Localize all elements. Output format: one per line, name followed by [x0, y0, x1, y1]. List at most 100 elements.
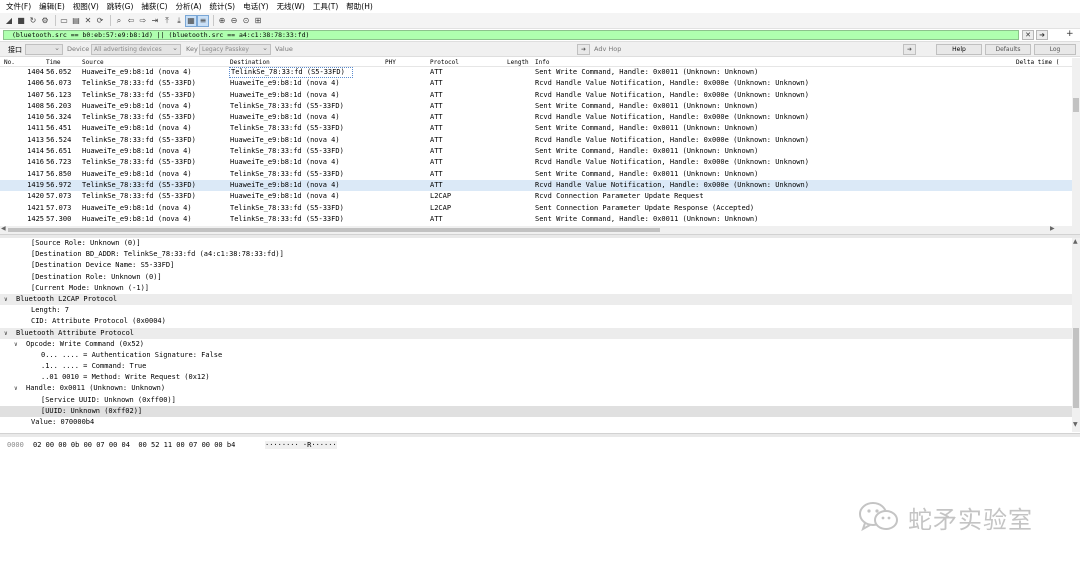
autoscroll-icon[interactable]: ▦: [185, 14, 197, 27]
menu-item[interactable]: 帮助(H): [346, 1, 373, 12]
menu-item[interactable]: 视图(V): [73, 1, 99, 12]
device-select[interactable]: All advertising devices: [91, 44, 181, 55]
detail-tree-row[interactable]: [Destination BD_ADDR: TelinkSe_78:33:fd …: [0, 249, 1072, 260]
help-button[interactable]: Help: [936, 44, 982, 55]
detail-tree-row[interactable]: CID: Attribute Protocol (0x0004): [0, 316, 1072, 327]
scroll-right-icon[interactable]: ▶: [1050, 225, 1055, 232]
expand-chevron-icon[interactable]: ∨: [4, 328, 8, 339]
expand-chevron-icon[interactable]: ∨: [14, 383, 18, 394]
filter-clear-icon[interactable]: ✕: [1022, 30, 1034, 40]
add-filter-button-icon[interactable]: +: [1066, 29, 1074, 39]
expand-chevron-icon[interactable]: ∨: [4, 294, 8, 305]
packet-row[interactable]: 1420 57.073 TelinkSe_78:33:fd (S5-33FD) Hua…: [0, 191, 1072, 202]
menu-item[interactable]: 分析(A): [176, 1, 202, 12]
detail-tree-row[interactable]: [Service UUID: Unknown (0xff00)]: [0, 395, 1072, 406]
column-header[interactable]: Time: [46, 59, 60, 66]
column-header[interactable]: Info: [535, 59, 549, 66]
packet-row[interactable]: 1411 56.451 HuaweiTe_e9:b8:1d (nova 4) Teli…: [0, 123, 1072, 134]
detail-tree-row[interactable]: 0... .... = Authentication Signature: Fa…: [0, 350, 1072, 361]
shark-fin-start-icon[interactable]: ◢: [4, 16, 14, 26]
interface-select[interactable]: [25, 44, 63, 55]
open-folder-icon[interactable]: ▭: [59, 16, 69, 26]
menu-item[interactable]: 编辑(E): [39, 1, 65, 12]
zoom-out-icon[interactable]: ⊖: [229, 16, 239, 26]
packet-row[interactable]: 1414 56.651 HuaweiTe_e9:b8:1d (nova 4) Teli…: [0, 146, 1072, 157]
detail-tree-row[interactable]: ∨ Handle: 0x0011 (Unknown: Unknown): [0, 383, 1072, 394]
detail-tree-row[interactable]: .1.. .... = Command: True: [0, 361, 1072, 372]
menu-item[interactable]: 工具(T): [313, 1, 338, 12]
scroll-up-icon[interactable]: ▲: [1073, 238, 1078, 245]
packet-row[interactable]: 1419 56.972 TelinkSe_78:33:fd (S5-33FD) Hua…: [0, 179, 1072, 192]
scrollbar-thumb[interactable]: [1073, 98, 1079, 112]
packet-row[interactable]: 1421 57.073 HuaweiTe_e9:b8:1d (nova 4) Teli…: [0, 203, 1072, 214]
filter-apply-icon[interactable]: ➜: [1036, 30, 1048, 40]
value-apply-arrow-icon[interactable]: ➜: [577, 44, 590, 55]
menu-item[interactable]: 电话(Y): [243, 1, 268, 12]
packet-time: 56.052: [46, 68, 72, 76]
detail-tree-row[interactable]: ..01 0010 = Method: Write Request (0x12): [0, 372, 1072, 383]
packet-row[interactable]: 1416 56.723 TelinkSe_78:33:fd (S5-33FD) Hua…: [0, 157, 1072, 168]
options-gear-icon[interactable]: ⚙: [40, 16, 50, 26]
display-filter-input[interactable]: (bluetooth.src == b0:eb:57:e9:b8:1d) || …: [3, 30, 1019, 40]
first-packet-icon[interactable]: ⤒: [162, 16, 172, 26]
detail-tree-row[interactable]: [Destination Role: Unknown (0)]: [0, 272, 1072, 283]
packet-row[interactable]: 1413 56.524 TelinkSe_78:33:fd (S5-33FD) Hua…: [0, 135, 1072, 146]
packet-row[interactable]: 1404 56.052 HuaweiTe_e9:b8:1d (nova 4) Teli…: [0, 67, 1072, 78]
menu-item[interactable]: 文件(F): [6, 1, 31, 12]
packet-row[interactable]: 1408 56.203 HuaweiTe_e9:b8:1d (nova 4) Teli…: [0, 101, 1072, 112]
packet-list-vertical-scrollbar[interactable]: [1072, 58, 1080, 234]
scrollbar-thumb[interactable]: [8, 228, 660, 232]
log-button[interactable]: Log: [1034, 44, 1076, 55]
bytes-ascii[interactable]: ········ ·R······: [265, 441, 337, 449]
colorize-icon[interactable]: ≡: [197, 14, 209, 27]
key-select[interactable]: Legacy Passkey: [199, 44, 271, 55]
defaults-button[interactable]: Defaults: [985, 44, 1031, 55]
menu-item[interactable]: 捕获(C): [141, 1, 167, 12]
back-arrow-icon[interactable]: ⇦: [126, 16, 136, 26]
close-file-icon[interactable]: ✕: [83, 16, 93, 26]
packet-row[interactable]: 1407 56.123 TelinkSe_78:33:fd (S5-33FD) Hua…: [0, 90, 1072, 101]
detail-tree-row[interactable]: [Destination Device Name: S5-33FD]: [0, 260, 1072, 271]
restart-icon[interactable]: ↻: [28, 16, 38, 26]
goto-packet-icon[interactable]: ⇥: [150, 16, 160, 26]
scroll-down-icon[interactable]: ▼: [1073, 421, 1078, 428]
column-header[interactable]: Source: [82, 59, 104, 66]
adv-hop-apply-arrow-icon[interactable]: ➜: [903, 44, 916, 55]
stop-icon[interactable]: ■: [16, 16, 26, 26]
detail-tree-row[interactable]: [Current Mode: Unknown (-1)]: [0, 283, 1072, 294]
detail-tree-row[interactable]: Value: 070000b4: [0, 417, 1072, 428]
menu-item[interactable]: 无线(W): [277, 1, 305, 12]
zoom-reset-icon[interactable]: ⊙: [241, 16, 251, 26]
scrollbar-thumb[interactable]: [1073, 328, 1079, 408]
column-header[interactable]: No.: [4, 59, 15, 66]
find-icon[interactable]: ⌕: [114, 16, 124, 26]
column-header[interactable]: Destination: [230, 59, 270, 66]
packet-row[interactable]: 1425 57.300 HuaweiTe_e9:b8:1d (nova 4) Teli…: [0, 214, 1072, 225]
reload-icon[interactable]: ⟳: [95, 16, 105, 26]
column-header[interactable]: Delta time (: [1016, 59, 1059, 66]
column-header[interactable]: PHY: [385, 59, 396, 66]
menu-item[interactable]: 统计(S): [210, 1, 236, 12]
column-header[interactable]: Protocol: [430, 59, 459, 66]
resize-columns-icon[interactable]: ⊞: [253, 16, 263, 26]
detail-tree-row[interactable]: ∨ Opcode: Write Command (0x52): [0, 339, 1072, 350]
column-header[interactable]: Length: [507, 59, 529, 66]
packet-list-horizontal-scrollbar[interactable]: ◀ ▶: [0, 225, 1072, 234]
detail-tree-row[interactable]: Length: 7: [0, 305, 1072, 316]
details-vertical-scrollbar[interactable]: ▲ ▼: [1072, 238, 1080, 432]
scroll-left-icon[interactable]: ◀: [1, 225, 6, 232]
detail-tree-row[interactable]: [Source Role: Unknown (0)]: [0, 238, 1072, 249]
packet-row[interactable]: 1417 56.850 HuaweiTe_e9:b8:1d (nova 4) Teli…: [0, 169, 1072, 180]
packet-row[interactable]: 1410 56.324 TelinkSe_78:33:fd (S5-33FD) Hua…: [0, 112, 1072, 123]
detail-tree-row[interactable]: [UUID: Unknown (0xff02)]: [0, 405, 1072, 417]
detail-tree-row[interactable]: ∨ Bluetooth Attribute Protocol: [0, 327, 1072, 339]
last-packet-icon[interactable]: ⤓: [174, 16, 184, 26]
save-icon[interactable]: ▤: [71, 16, 81, 26]
menu-item[interactable]: 跳转(G): [107, 1, 134, 12]
bytes-hex[interactable]: 02 00 00 0b 00 07 00 04 00 52 11 00 07 0…: [33, 441, 235, 449]
expand-chevron-icon[interactable]: ∨: [14, 339, 18, 350]
packet-row[interactable]: 1406 56.073 TelinkSe_78:33:fd (S5-33FD) Hua…: [0, 78, 1072, 89]
forward-arrow-icon[interactable]: ⇨: [138, 16, 148, 26]
detail-tree-row[interactable]: ∨ Bluetooth L2CAP Protocol: [0, 293, 1072, 306]
zoom-in-icon[interactable]: ⊕: [217, 16, 227, 26]
